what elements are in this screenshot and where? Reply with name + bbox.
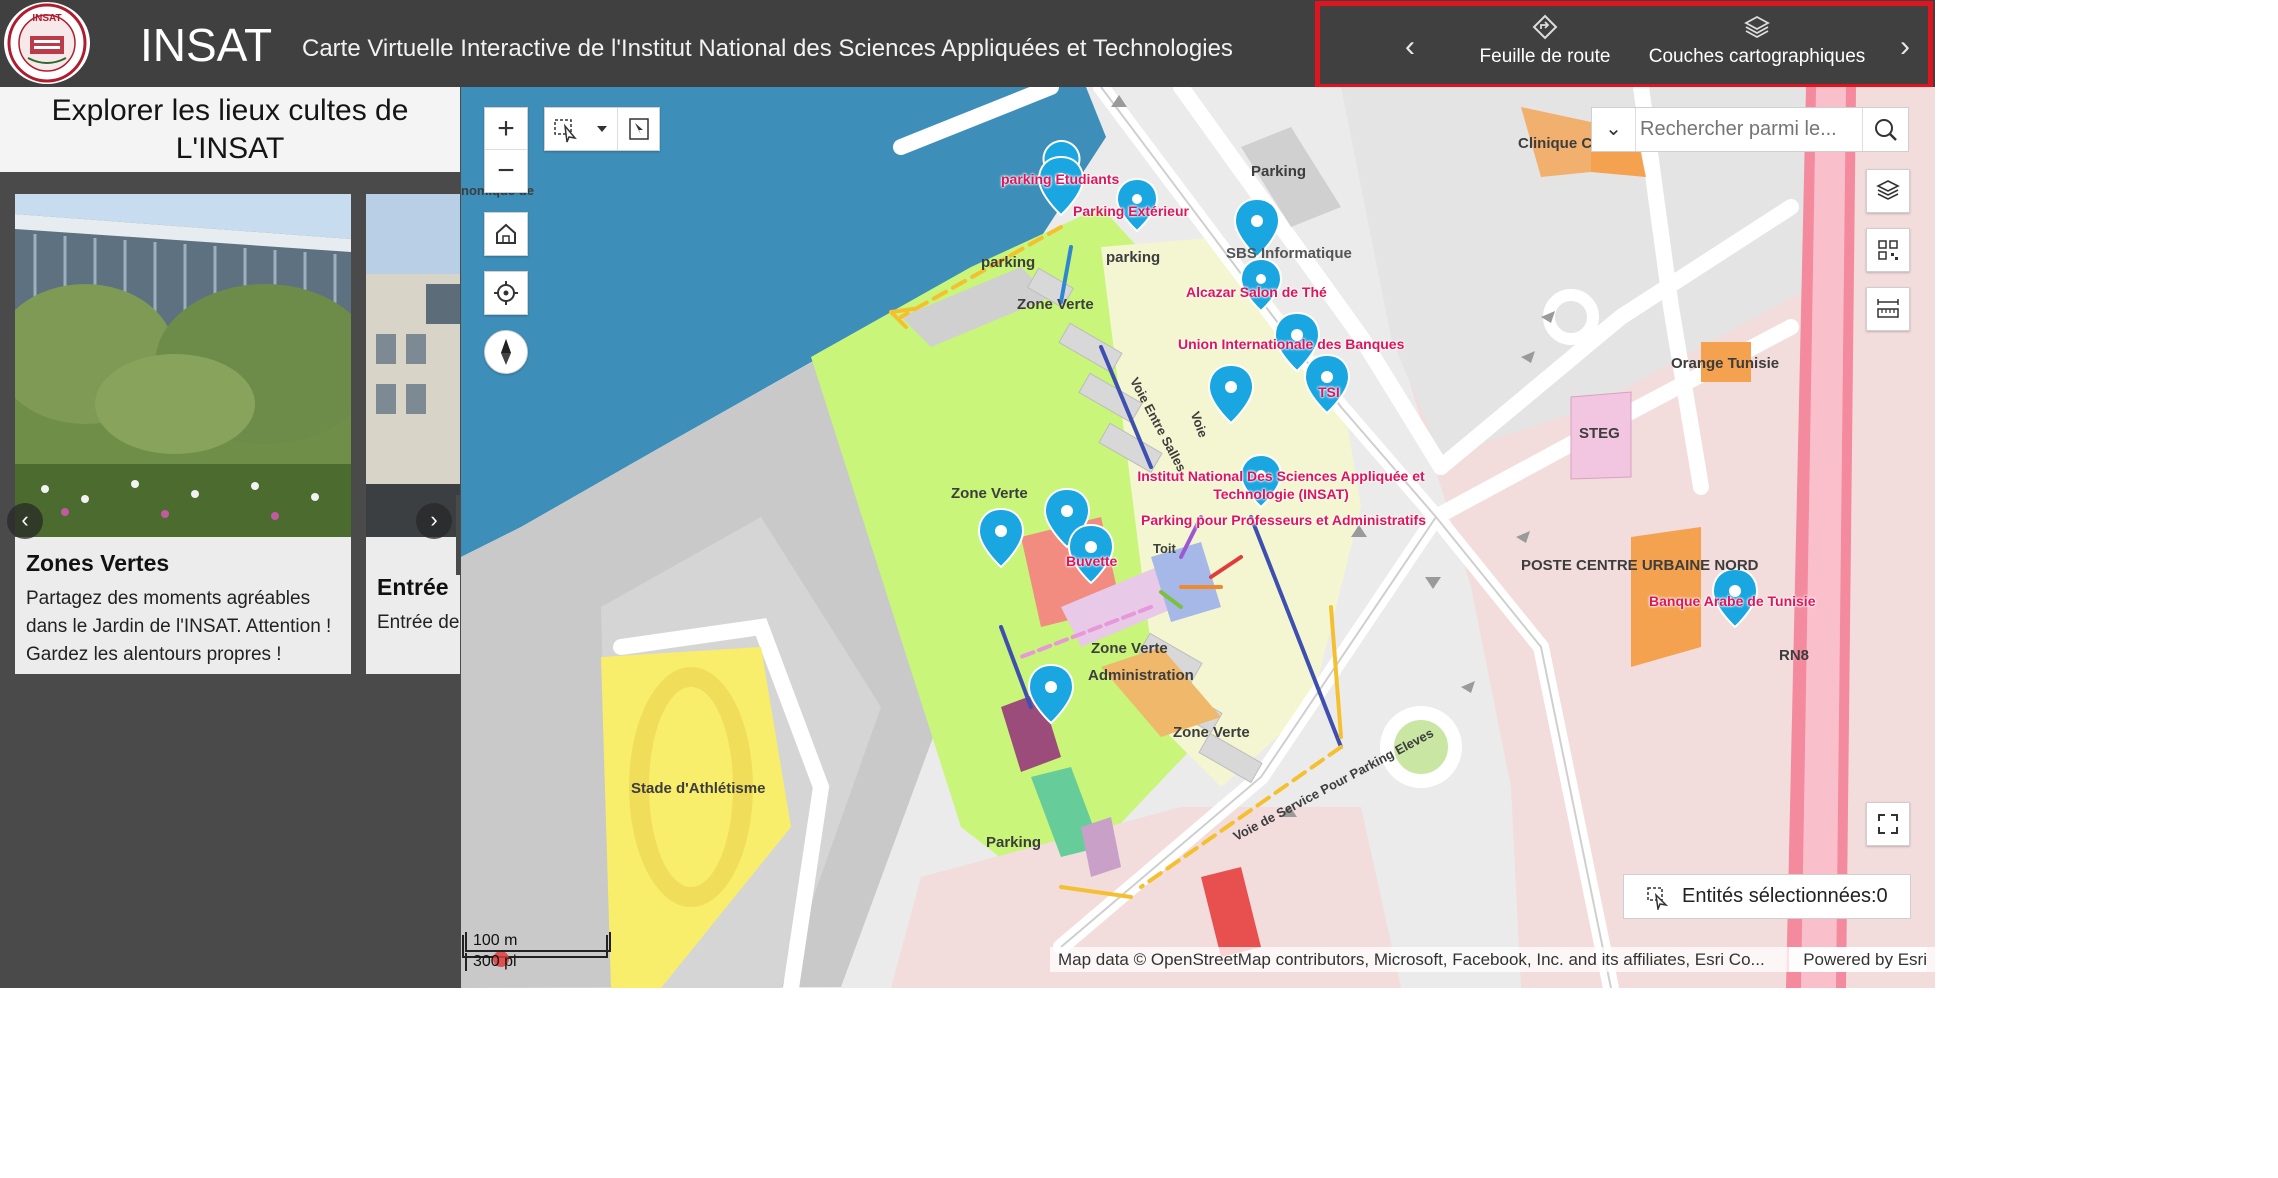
zoom-out-button[interactable]: − bbox=[485, 150, 527, 192]
plus-icon: + bbox=[497, 112, 515, 145]
nav-roadmap-button[interactable]: Feuille de route bbox=[1470, 14, 1620, 68]
label-parking-left: parking bbox=[981, 254, 1036, 271]
label-stade: Stade d'Athlétisme bbox=[631, 780, 766, 797]
carousel-next-button[interactable]: › bbox=[416, 503, 452, 539]
nav-next-button[interactable]: › bbox=[1890, 30, 1920, 64]
scale-imperial: 300 pi bbox=[465, 953, 611, 971]
scale-bar: 100 m 300 pi bbox=[465, 932, 615, 972]
poi-parking-exterieur[interactable]: Parking Extérieur bbox=[1073, 203, 1189, 219]
header-bar: INSAT INSAT Carte Virtuelle Interactive … bbox=[0, 0, 1935, 89]
basemap bbox=[461, 87, 1935, 988]
select-tool-group bbox=[544, 107, 660, 151]
select-area-button[interactable] bbox=[617, 108, 659, 150]
card-zones-vertes[interactable]: Zones Vertes Partagez des moments agréab… bbox=[15, 194, 351, 674]
card-photo-garden bbox=[15, 194, 351, 537]
insat-logo: INSAT bbox=[4, 2, 90, 84]
search-icon bbox=[1875, 119, 1897, 141]
select-pointer-icon bbox=[554, 119, 607, 143]
poi-buvette[interactable]: Buvette bbox=[1066, 553, 1117, 569]
layers-icon bbox=[1744, 15, 1770, 39]
chevron-left-icon: ‹ bbox=[21, 507, 29, 532]
label-parking-mid: parking bbox=[1106, 249, 1161, 266]
card-entree[interactable]: Entrée Entrée de ... dire bonjo... bbox=[366, 194, 460, 674]
story-sidebar: Explorer les lieux cultes de L'INSAT Zon… bbox=[0, 87, 460, 988]
app-subtitle: Carte Virtuelle Interactive de l'Institu… bbox=[302, 35, 1233, 62]
zoom-in-button[interactable]: + bbox=[485, 108, 527, 150]
card-text: Partagez des moments agréables dans le J… bbox=[26, 588, 332, 665]
zoom-controls: + − bbox=[484, 107, 528, 193]
qr-code-button[interactable] bbox=[1866, 228, 1910, 272]
poi-union-banques[interactable]: Union Internationale des Banques bbox=[1178, 336, 1404, 352]
search-source-dropdown[interactable]: ⌄ bbox=[1592, 108, 1636, 151]
nav-layers-label: Couches cartographiques bbox=[1648, 46, 1866, 67]
card-title: Zones Vertes bbox=[26, 550, 170, 576]
svg-text:INSAT: INSAT bbox=[32, 13, 61, 24]
app-title: INSAT bbox=[140, 19, 273, 71]
label-parking-top: Parking bbox=[1251, 163, 1307, 180]
label-steg: STEG bbox=[1579, 425, 1620, 442]
nav-roadmap-label: Feuille de route bbox=[1479, 46, 1611, 67]
poi-banque-arabe[interactable]: Banque Arabe de Tunisie bbox=[1649, 593, 1815, 609]
chevron-right-icon: › bbox=[1900, 30, 1910, 63]
label-parking-bottom: Parking bbox=[986, 834, 1042, 851]
search-button[interactable] bbox=[1862, 108, 1908, 151]
select-features-icon bbox=[1647, 887, 1669, 910]
label-rn8: RN8 bbox=[1779, 647, 1810, 664]
label-zone-verte-1: Zone Verte bbox=[1017, 296, 1094, 313]
minus-icon: − bbox=[497, 154, 515, 187]
card-text: Entrée de ... dire bonjo... bbox=[377, 612, 460, 633]
nav-prev-button[interactable]: ‹ bbox=[1395, 30, 1425, 64]
nav-layers-button[interactable]: Couches cartographiques bbox=[1642, 14, 1872, 68]
layers-icon bbox=[1876, 180, 1900, 200]
home-icon bbox=[496, 223, 516, 244]
card-photo-entrance bbox=[366, 194, 460, 537]
map-attribution: Map data © OpenStreetMap contributors, M… bbox=[1050, 947, 1935, 972]
measure-button[interactable] bbox=[1866, 287, 1910, 331]
poi-parking-etudiants[interactable]: parking Etudiants bbox=[1001, 171, 1119, 187]
compass-icon bbox=[501, 339, 511, 365]
label-administration: Administration bbox=[1088, 667, 1194, 684]
fullscreen-button[interactable] bbox=[1866, 802, 1910, 846]
chevron-right-icon: › bbox=[430, 507, 438, 532]
poi-alcazar[interactable]: Alcazar Salon de Thé bbox=[1186, 284, 1327, 300]
poi-parking-profs[interactable]: Parking pour Professeurs et Administrati… bbox=[1141, 512, 1426, 528]
select-tool-button[interactable] bbox=[545, 108, 615, 150]
powered-by-esri-link[interactable]: Powered by Esri bbox=[1789, 947, 1927, 972]
selected-features-button[interactable]: Entités sélectionnées:0 bbox=[1623, 874, 1911, 919]
header-nav-highlight: ‹ Feuille de route Couches cartographiqu… bbox=[1315, 1, 1933, 89]
scale-metric: 100 m bbox=[465, 932, 611, 952]
chevron-left-icon: ‹ bbox=[1405, 30, 1415, 63]
label-zone-verte-3: Zone Verte bbox=[1091, 640, 1168, 657]
locate-icon bbox=[494, 281, 518, 305]
fullscreen-icon bbox=[1878, 814, 1898, 834]
roadmap-icon bbox=[1532, 14, 1558, 40]
label-zone-verte-2: Zone Verte bbox=[951, 485, 1028, 502]
search-input[interactable] bbox=[1640, 108, 1860, 151]
sidebar-title: Explorer les lieux cultes de L'INSAT bbox=[0, 87, 460, 172]
app-root: INSAT INSAT Carte Virtuelle Interactive … bbox=[0, 0, 1935, 988]
label-toit: Toit bbox=[1153, 541, 1176, 556]
card-title: Entrée bbox=[377, 574, 449, 600]
attribution-text: Map data © OpenStreetMap contributors, M… bbox=[1058, 950, 1765, 969]
label-orange: Orange Tunisie bbox=[1671, 355, 1780, 372]
qr-code-icon bbox=[1878, 240, 1898, 260]
carousel-prev-button[interactable]: ‹ bbox=[7, 503, 43, 539]
map-view[interactable]: Parking parking parking Parking SBS Info… bbox=[461, 87, 1935, 988]
search-widget: ⌄ bbox=[1591, 107, 1909, 152]
label-poste: POSTE CENTRE URBAINE NORD bbox=[1521, 557, 1759, 574]
poi-tsi[interactable]: TSI bbox=[1318, 384, 1340, 400]
label-clinique: Clinique C bbox=[1518, 135, 1593, 152]
chevron-down-icon: ⌄ bbox=[1605, 118, 1622, 140]
selected-features-label: Entités sélectionnées:0 bbox=[1682, 885, 1888, 907]
home-button[interactable] bbox=[484, 212, 528, 256]
label-zone-verte-4: Zone Verte bbox=[1173, 724, 1250, 741]
ruler-icon bbox=[1877, 299, 1899, 318]
label-sbs: SBS Informatique bbox=[1226, 245, 1352, 262]
select-area-icon bbox=[629, 118, 649, 140]
compass-button[interactable] bbox=[484, 330, 528, 374]
layer-list-button[interactable] bbox=[1866, 169, 1910, 213]
poi-insat[interactable]: Institut National Des Sciences Appliquée… bbox=[1121, 467, 1441, 503]
locate-button[interactable] bbox=[484, 271, 528, 315]
